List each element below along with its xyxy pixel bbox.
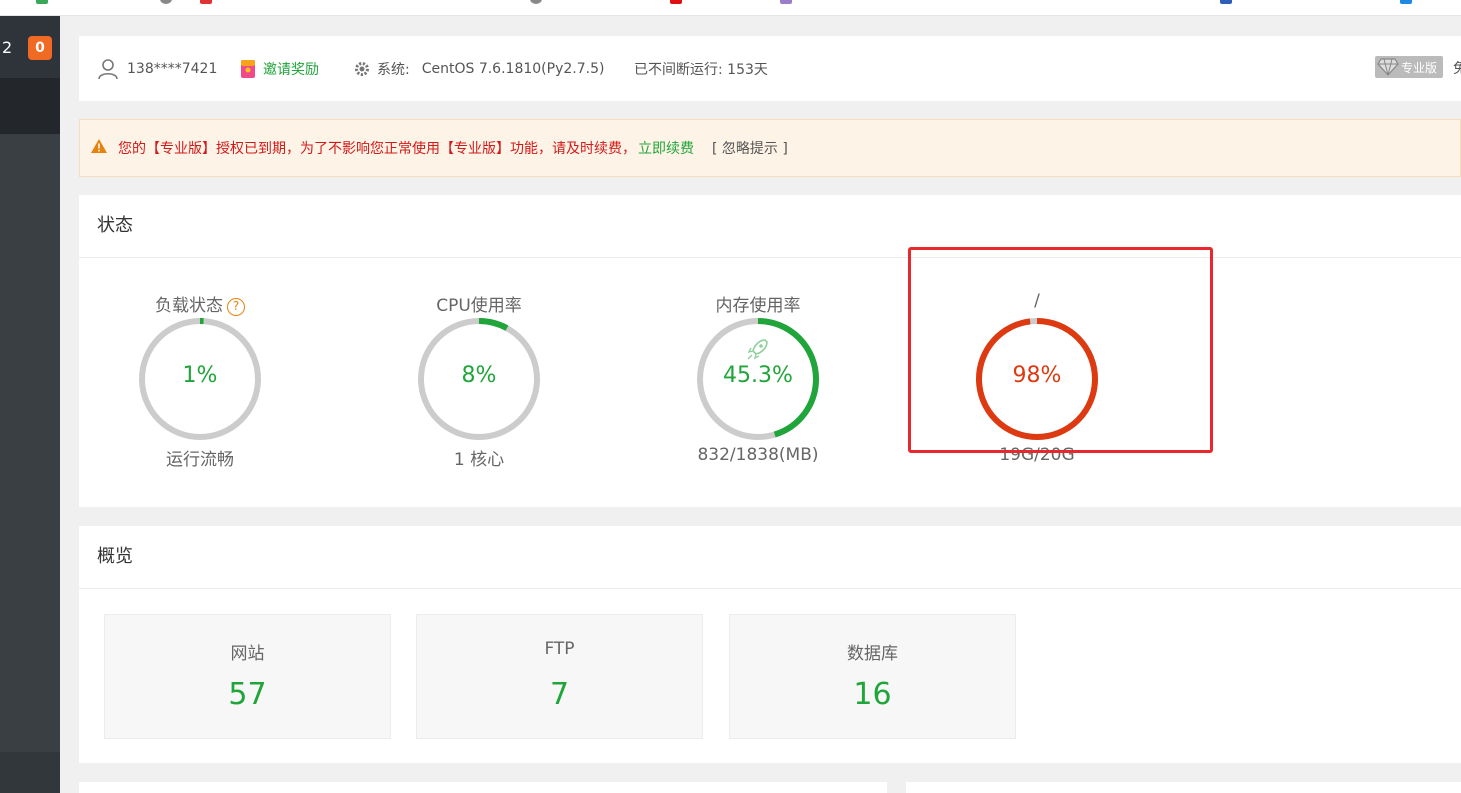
sidebar-header: 2 0 (0, 16, 60, 78)
overview-panel: 概览 网站 57 FTP 7 数据库 16 (79, 526, 1461, 763)
overview-label: 数据库 (847, 644, 898, 664)
status-title: 状态 (97, 215, 133, 236)
annotation-highlight-box (908, 247, 1213, 453)
overview-ftp[interactable]: FTP 7 (416, 614, 703, 739)
notification-badge[interactable]: 0 (28, 36, 52, 60)
sidebar-count: 2 (2, 38, 13, 57)
bookmark-icon[interactable] (780, 0, 792, 4)
ignore-tip-link[interactable]: [ 忽略提示 ] (712, 138, 788, 158)
diamond-icon (1377, 58, 1399, 76)
overview-label: 网站 (230, 644, 265, 664)
gauge-title-text: 负载状态 (155, 296, 223, 316)
pro-version-label: 专业版 (1401, 60, 1438, 75)
gauge-subtitle: 832/1838(MB) (697, 445, 819, 465)
bottom-panel-left (79, 782, 887, 793)
overview-databases[interactable]: 数据库 16 (729, 614, 1016, 739)
overview-title: 概览 (97, 546, 133, 567)
gauge-value: 8% (461, 363, 497, 388)
invite-reward-link[interactable]: 邀请奖励 (241, 36, 319, 101)
bookmark-icon[interactable] (36, 0, 48, 4)
gauge-value: 45.3% (723, 363, 793, 388)
gift-icon (241, 59, 255, 78)
overview-count[interactable]: 16 (730, 677, 1015, 712)
gauge-value: 1% (182, 363, 218, 388)
gauge-title: 内存使用率 (715, 296, 801, 316)
user-icon (98, 58, 118, 79)
alert-message: 您的【专业版】授权已到期，为了不影响您正常使用【专业版】功能，请及时续费， (118, 141, 636, 157)
overview-count[interactable]: 57 (105, 677, 390, 712)
bookmark-icon[interactable] (1220, 0, 1232, 4)
memory-gauge[interactable]: 内存使用率 45.3% 832/1838(MB) (658, 291, 858, 491)
browser-bookmark-strip (0, 0, 1461, 16)
user-account[interactable]: 138****7421 (97, 36, 217, 101)
header-link-cropped[interactable]: 免 (1453, 58, 1461, 78)
gauge-title: CPU使用率 (436, 296, 522, 316)
system-label: 系统: (377, 61, 410, 78)
overview-count[interactable]: 7 (417, 677, 702, 712)
help-icon[interactable]: ? (227, 298, 245, 316)
license-expired-alert: 您的【专业版】授权已到期，为了不影响您正常使用【专业版】功能，请及时续费， 立即… (79, 119, 1461, 177)
load-gauge[interactable]: 负载状态? 1% 运行流畅 (100, 291, 300, 491)
system-value: CentOS 7.6.1810(Py2.7.5) (421, 60, 605, 77)
bookmark-icon[interactable] (1400, 0, 1412, 4)
renew-link[interactable]: 立即续费 (638, 138, 694, 158)
bookmark-icon[interactable] (160, 0, 172, 4)
divider (79, 257, 1461, 258)
divider (79, 588, 1461, 589)
bookmark-icon[interactable] (200, 0, 212, 4)
uptime: 已不间断运行: 153天 (634, 61, 768, 78)
bottom-panel-right (906, 782, 1461, 793)
cpu-gauge[interactable]: CPU使用率 8% 1 核心 (379, 291, 579, 491)
sidebar-item-active[interactable] (0, 78, 60, 134)
top-info-bar: 138****7421 邀请奖励 系统: CentOS 7.6.1810(Py2… (79, 36, 1461, 101)
gauge-title: 负载状态? (100, 291, 300, 316)
gauge-subtitle: 1 核心 (453, 450, 505, 470)
bookmark-icon[interactable] (530, 0, 542, 4)
status-panel: 状态 负载状态? 1% 运行流畅 CPU使用率 8% 1 核心 内存使用率 45… (79, 195, 1461, 507)
sidebar: 2 0 (0, 16, 60, 793)
gauge-subtitle: 运行流畅 (166, 450, 234, 470)
sidebar-item[interactable] (0, 752, 60, 793)
overview-websites[interactable]: 网站 57 (104, 614, 391, 739)
user-phone: 138****7421 (127, 60, 218, 77)
pro-version-badge[interactable]: 专业版 (1375, 56, 1444, 78)
rocket-icon (747, 339, 768, 360)
system-info: 系统: CentOS 7.6.1810(Py2.7.5) (353, 36, 604, 101)
gear-icon (355, 61, 369, 76)
overview-label: FTP (544, 639, 575, 659)
warning-icon (90, 138, 108, 158)
invite-label: 邀请奖励 (263, 61, 319, 78)
bookmark-icon[interactable] (670, 0, 682, 4)
